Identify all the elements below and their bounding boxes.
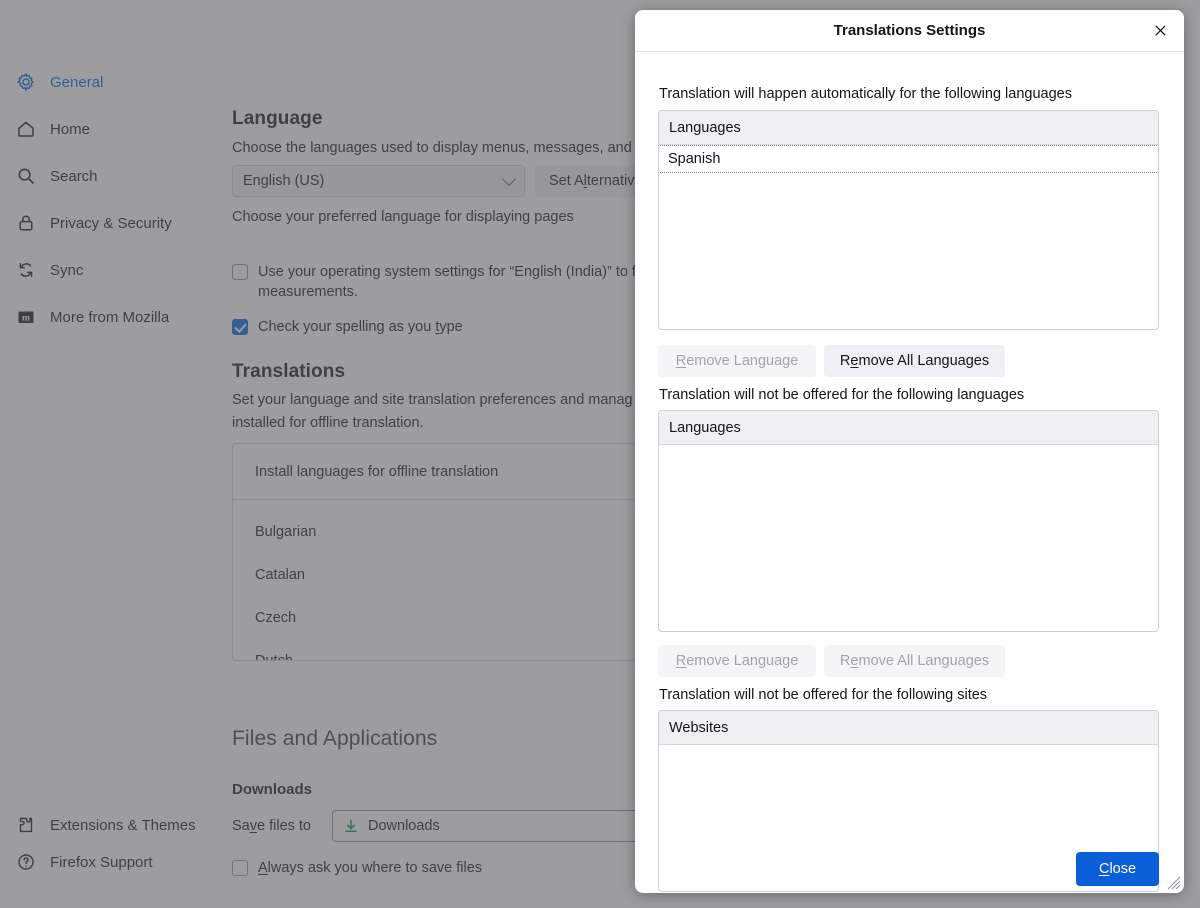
remove-language-button-never[interactable]: Remove Language [658,645,816,677]
section-label-auto-translate: Translation will happen automatically fo… [659,86,1072,102]
button-label: Remove All Languages [839,353,990,369]
auto-translate-listbox[interactable]: Languages Spanish [658,110,1159,330]
remove-all-languages-button-auto[interactable]: Remove All Languages [824,345,1005,377]
listbox-column-header: Languages [659,411,1158,445]
button-label: Remove All Languages [839,653,990,669]
dialog-titlebar: Translations Settings [635,10,1184,52]
section-label-never-translate-languages: Translation will not be offered for the … [659,387,1025,403]
resize-grip-icon[interactable] [1167,876,1181,890]
list-item[interactable]: Spanish [659,145,1158,173]
button-label: Remove Language [675,653,799,669]
button-label: Close [1098,861,1137,877]
dialog-title: Translations Settings [833,22,986,39]
dialog-body: Translation will happen automatically fo… [635,53,1184,893]
listbox-column-header: Websites [659,711,1158,745]
section-label-never-translate-sites: Translation will not be offered for the … [659,687,988,703]
close-button[interactable]: Close [1076,852,1159,886]
close-icon[interactable] [1145,16,1175,46]
remove-all-languages-button-never[interactable]: Remove All Languages [824,645,1005,677]
button-label: Remove Language [675,353,799,369]
remove-language-button-auto[interactable]: Remove Language [658,345,816,377]
listbox-column-header: Languages [659,111,1158,145]
translations-settings-dialog: Translations Settings Translation will h… [635,10,1184,893]
never-translate-languages-listbox[interactable]: Languages [658,410,1159,632]
